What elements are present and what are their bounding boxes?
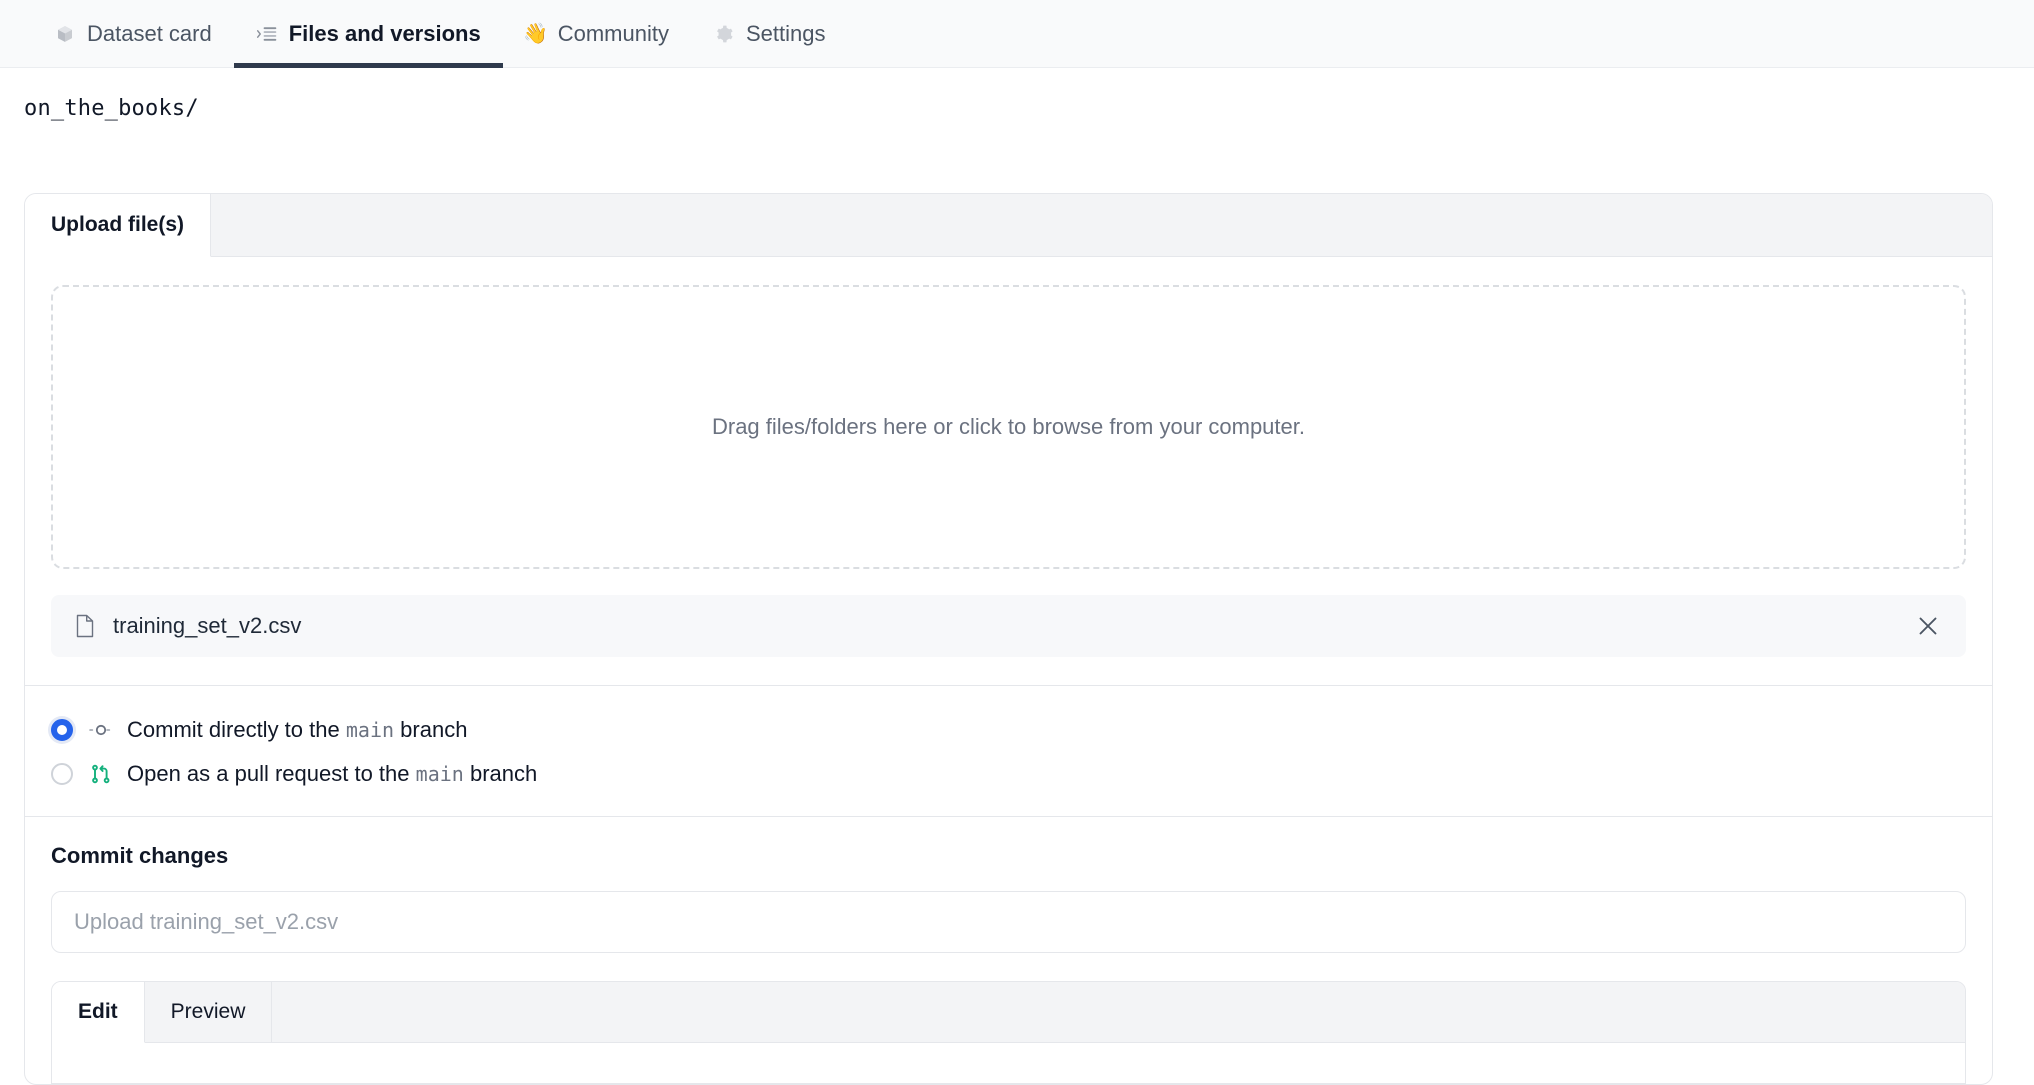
editor-tabbar: Edit Preview	[52, 982, 1965, 1043]
commit-description-editor: Edit Preview	[25, 953, 1992, 1084]
radio-label-prefix: Open as a pull request to the	[127, 761, 410, 786]
file-name-label: training_set_v2.csv	[113, 613, 1912, 639]
radio-label-open-pull-request: Open as a pull request to the main branc…	[127, 761, 537, 787]
waving-hand-emoji-icon: 👋	[525, 23, 547, 45]
pull-request-icon	[89, 762, 113, 786]
nav-tab-dataset-card[interactable]: Dataset card	[32, 0, 234, 67]
radio-label-suffix: branch	[400, 717, 467, 742]
tab-label: Upload file(s)	[51, 213, 184, 237]
commit-changes-title: Commit changes	[51, 843, 1966, 869]
cube-icon	[54, 23, 76, 45]
radio-input-commit-directly[interactable]	[51, 719, 73, 741]
list-item: training_set_v2.csv	[51, 595, 1966, 657]
gear-icon	[713, 23, 735, 45]
nav-tab-settings[interactable]: Settings	[691, 0, 848, 67]
commit-dot-icon	[89, 718, 113, 742]
nav-tab-label: Community	[558, 23, 669, 45]
editor-box: Edit Preview	[51, 981, 1966, 1084]
close-icon[interactable]	[1912, 610, 1944, 642]
tabbar-filler	[272, 982, 1965, 1042]
repo-nav-tabs: Dataset card Files and versions 👋 Commun…	[0, 0, 2034, 68]
commit-summary-input[interactable]	[51, 891, 1966, 953]
tab-edit[interactable]: Edit	[52, 982, 145, 1043]
commit-target-options: Commit directly to the main branch Open …	[25, 686, 1992, 816]
radio-commit-directly[interactable]: Commit directly to the main branch	[51, 708, 1966, 752]
tab-preview[interactable]: Preview	[145, 982, 273, 1042]
nav-tab-label: Files and versions	[289, 23, 481, 45]
description-textarea[interactable]	[52, 1043, 1965, 1083]
upload-card: Upload file(s) Drag files/folders here o…	[24, 193, 1993, 1085]
tabbar-filler	[211, 194, 1992, 256]
selected-file-list: training_set_v2.csv	[25, 569, 1992, 685]
tab-label: Edit	[78, 1000, 118, 1024]
file-dropzone[interactable]: Drag files/folders here or click to brow…	[51, 285, 1966, 569]
dropzone-label: Drag files/folders here or click to brow…	[712, 414, 1305, 440]
commit-changes-section: Commit changes	[25, 817, 1992, 953]
nav-tab-files-and-versions[interactable]: Files and versions	[234, 0, 503, 67]
radio-input-open-pull-request[interactable]	[51, 763, 73, 785]
nav-tab-label: Dataset card	[87, 23, 212, 45]
nav-tab-label: Settings	[746, 23, 826, 45]
dropzone-container: Drag files/folders here or click to brow…	[25, 257, 1992, 569]
tab-label: Preview	[171, 1000, 246, 1024]
document-icon	[75, 614, 95, 638]
file-list-icon	[256, 23, 278, 45]
radio-label-commit-directly: Commit directly to the main branch	[127, 717, 467, 743]
branch-name: main	[416, 762, 464, 786]
breadcrumb-path: on_the_books/	[0, 68, 2034, 121]
radio-label-suffix: branch	[470, 761, 537, 786]
radio-label-prefix: Commit directly to the	[127, 717, 340, 742]
nav-tab-community[interactable]: 👋 Community	[503, 0, 691, 67]
tab-upload-files[interactable]: Upload file(s)	[25, 194, 211, 257]
radio-open-pull-request[interactable]: Open as a pull request to the main branc…	[51, 752, 1966, 796]
branch-name: main	[346, 718, 394, 742]
upload-card-tabbar: Upload file(s)	[25, 194, 1992, 257]
